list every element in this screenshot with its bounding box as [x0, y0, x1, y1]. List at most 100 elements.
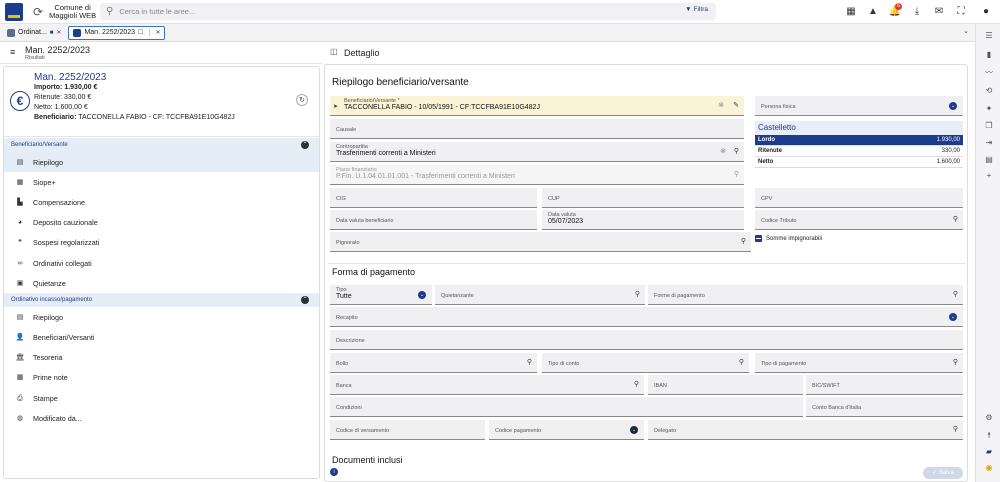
collapse-icon[interactable]: ⌃ [301, 296, 309, 305]
nav-deposito[interactable]: ◕ Deposito cauzionale [4, 213, 319, 233]
info-icon[interactable]: i [330, 468, 338, 476]
search-input[interactable] [119, 7, 420, 16]
bookmark-icon[interactable]: ☐ [138, 29, 143, 36]
section-beneficiario[interactable]: Beneficiario/Versante ⌃ [4, 138, 319, 152]
list-icon[interactable]: ☰ [984, 32, 994, 40]
checkbox-icon[interactable] [755, 235, 762, 242]
bollo-field[interactable]: Bollo ⚲ [330, 353, 537, 373]
warning-icon[interactable]: ▲ [862, 7, 884, 17]
save-button[interactable]: ✓ Salva [923, 467, 963, 479]
iban-field[interactable]: IBAN [648, 375, 803, 395]
search-icon[interactable]: ⚲ [527, 359, 532, 366]
cig-field[interactable]: CIG [330, 188, 537, 208]
nav-tesoreria[interactable]: 🏛 Tesoreria [4, 348, 319, 368]
quietanzante-field[interactable]: Quietanzante ⚲ [435, 285, 645, 305]
codice-pagamento-field[interactable]: Codice pagamento ⌄ [489, 420, 644, 440]
nav-riepilogo[interactable]: ▤ Riepilogo [4, 152, 319, 173]
sync-icon[interactable]: ⟳ [33, 6, 43, 18]
search-icon[interactable]: ⚲ [953, 291, 958, 298]
tipo-pagamento-field[interactable]: Tipo di pagamento ⚲ [755, 353, 963, 373]
contropartita-field[interactable]: Contropartita Trasferimenti correnti a M… [330, 142, 744, 162]
download-icon[interactable]: ⤓ [906, 7, 928, 17]
chevron-down-icon[interactable]: ⌄ [630, 426, 638, 434]
search-icon[interactable]: ⚲ [734, 148, 739, 155]
persona-field[interactable]: Persona fisica ⌄ [755, 96, 963, 116]
close-icon[interactable]: ✕ [56, 29, 61, 36]
data-valuta-beneficiario-field[interactable]: Data valuta beneficiario [330, 210, 537, 230]
codice-tributo-field[interactable]: Codice Tributo ⚲ [755, 210, 963, 230]
nav-ordinativi-collegati[interactable]: ∞ Ordinativi collegati [4, 253, 319, 273]
grid-icon[interactable]: ▦ [840, 7, 862, 17]
cpv-field[interactable]: CPV [755, 188, 963, 208]
global-search[interactable]: ⚲ ▼Filtra [100, 3, 716, 20]
help-icon[interactable]: ◉ [984, 464, 994, 472]
chevron-down-icon[interactable]: ⌄ [949, 102, 957, 110]
nav-prime-note[interactable]: ▦ Prime note [4, 368, 319, 388]
book-icon[interactable]: ▮ [984, 51, 994, 59]
more-icon[interactable]: ⋮ [146, 29, 152, 36]
search-icon[interactable]: ⚲ [953, 426, 958, 433]
delegato-field[interactable]: Delegato ⚲ [648, 420, 963, 440]
chevron-down-icon[interactable]: ⌄ [418, 291, 426, 299]
copy-icon[interactable]: ❐ [984, 122, 994, 130]
descrizione-field[interactable]: Descrizione [330, 330, 963, 350]
search-icon[interactable]: ⚲ [635, 291, 640, 298]
causale-field[interactable]: Causale [330, 119, 744, 139]
tab-mandato[interactable]: Man. 2252/2023 ☐ ⋮ ✕ [68, 25, 166, 40]
search-icon[interactable]: ⚲ [739, 359, 744, 366]
nav-sospesi[interactable]: ❝ Sospesi regolarizzati [4, 233, 319, 253]
nav-beneficiari[interactable]: 👤 Beneficiari/Versanti [4, 328, 319, 348]
nav-riepilogo-ordinativo[interactable]: ▤ Riepilogo [4, 307, 319, 327]
condizioni-field[interactable]: Condizioni [330, 397, 803, 417]
codice-versamento-field[interactable]: Codice di versamento [330, 420, 485, 440]
recapito-field[interactable]: Recapito ⌄ [330, 307, 963, 327]
user-icon[interactable]: ● [972, 7, 1000, 17]
nav-stampe[interactable]: ⎙ Stampe [4, 388, 319, 408]
tab-ordinativi[interactable]: Ordinat... ■ ✕ [3, 26, 65, 40]
bell-icon[interactable]: 🔔 6 [884, 3, 906, 17]
accessibility-icon[interactable]: ☨ [984, 432, 994, 440]
close-icon[interactable]: ✕ [155, 29, 160, 36]
refresh-icon[interactable]: ↻ [296, 94, 308, 106]
chart-icon[interactable]: 〰 [984, 69, 994, 77]
search-icon[interactable]: ⚲ [634, 381, 639, 388]
gear-icon[interactable]: ⚙ [984, 414, 994, 422]
tipo-conto-field[interactable]: Tipo di conto ⚲ [542, 353, 749, 373]
search-icon[interactable]: ⚲ [741, 238, 746, 245]
brand[interactable]: ⟳ Comune di Maggioli WEB [33, 3, 96, 20]
nav-modificato[interactable]: ◍ Modificato da... [4, 408, 319, 428]
data-valuta-field[interactable]: Data valuta 05/07/2023 [542, 210, 744, 230]
castelletto-row-lordo[interactable]: Lordo 1.930,00 [755, 135, 963, 146]
filter-button[interactable]: ▼ Filtra [685, 6, 708, 13]
mail-icon[interactable]: ✉ [928, 7, 950, 17]
castelletto-row-ritenute[interactable]: Ritenute 330,00 [755, 146, 963, 157]
forme-pagamento-field[interactable]: Forme di pagamento ⚲ [648, 285, 963, 305]
piano-finanziario-field[interactable]: Piano finanziario P.Fin. U.1.04.01.01.00… [330, 165, 744, 185]
collapse-icon[interactable]: ⌃ [301, 141, 309, 149]
edit-icon[interactable]: ✎ [733, 102, 739, 109]
nav-quietanze[interactable]: ▣ Quietanze [4, 273, 319, 293]
document-icon[interactable]: ▤ [984, 156, 994, 164]
somme-impignorabili-checkbox[interactable]: Somme impignorabili [755, 235, 822, 242]
fullscreen-icon[interactable]: ⛶ [950, 7, 972, 17]
export-icon[interactable]: ⇥ [984, 139, 994, 147]
chevron-down-icon[interactable]: ⌄ [949, 313, 957, 321]
tipo-field[interactable]: Tipo Tutte ⌄ [330, 285, 432, 305]
pignorato-field[interactable]: Pignorato ⚲ [330, 232, 751, 252]
cup-field[interactable]: CUP [542, 188, 744, 208]
menu-icon[interactable]: ≡ [10, 48, 15, 57]
clear-icon[interactable]: ⊗ [718, 102, 724, 109]
history-icon[interactable]: ⟲ [984, 87, 994, 95]
search-icon[interactable]: ⚲ [953, 359, 958, 366]
magic-icon[interactable]: ✦ [984, 105, 994, 113]
add-icon[interactable]: + [984, 172, 994, 180]
search-icon[interactable]: ⚲ [953, 216, 958, 223]
conto-banca-italia-field[interactable]: Conto Banca d'Italia [806, 397, 963, 417]
chevron-down-icon[interactable]: ⌄ [963, 27, 969, 35]
beneficiario-field[interactable]: Beneficiario/Versante * TACCONELLA FABIO… [330, 96, 744, 116]
section-ordinativo[interactable]: Ordinativo incasso/pagamento ⌃ [4, 293, 319, 308]
nav-compensazione[interactable]: ▙ Compensazione [4, 192, 319, 212]
nav-siope[interactable]: ▦ Siope+ [4, 172, 319, 192]
castelletto-row-netto[interactable]: Netto 1.600,00 [755, 157, 963, 168]
search-icon[interactable]: ⚲ [734, 171, 739, 178]
